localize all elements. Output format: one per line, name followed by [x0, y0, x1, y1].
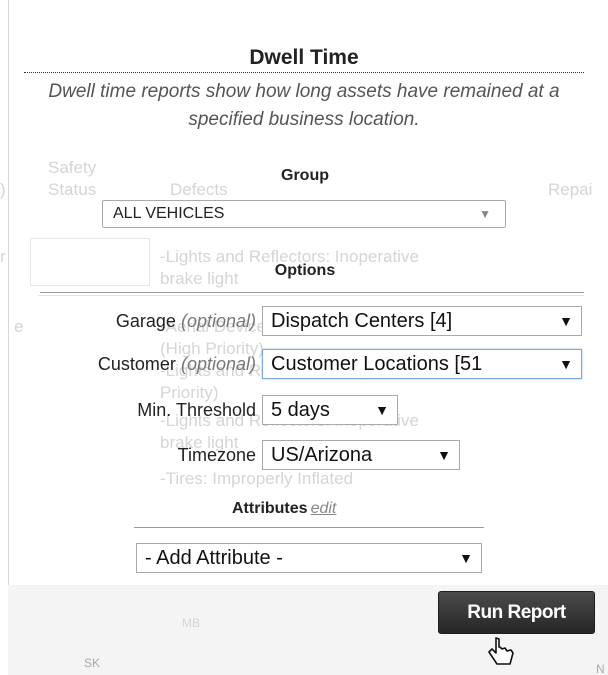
min-threshold-label: Min. Threshold: [137, 400, 256, 420]
customer-label: Customer (optional): [97, 354, 256, 374]
dialog-description: Dwell time reports show how long assets …: [48, 81, 560, 130]
group-select-value: ALL VEHICLES: [113, 205, 225, 222]
options-divider: [40, 292, 584, 293]
bg-map-label: MB: [182, 616, 200, 630]
run-report-button[interactable]: Run Report: [438, 591, 595, 634]
bg-col-repair: Repai: [548, 180, 593, 199]
dialog-title: Dwell Time: [249, 46, 359, 69]
attributes-edit-link[interactable]: edit: [311, 500, 337, 517]
customer-select-value: Customer Locations [51: [271, 353, 483, 375]
bg-defect-line: -Tires: Improperly Inflated: [160, 469, 354, 488]
optional-hint: (optional): [180, 311, 256, 331]
chevron-down-icon: ▼: [457, 544, 473, 572]
bg-defect-line: brake light: [160, 269, 239, 288]
attributes-label: Attributes edit: [232, 500, 337, 517]
bg-status-cell: [30, 238, 150, 286]
bg-row-divider: [38, 295, 584, 296]
mouse-pointer-icon: [488, 637, 514, 665]
bg-left-fragment: ): [0, 180, 6, 199]
bg-col-defects: Defects: [170, 180, 228, 199]
dialog-left-border: [8, 0, 9, 675]
bg-map-label: SK: [84, 656, 101, 670]
garage-select-value: Dispatch Centers [4]: [271, 310, 453, 332]
attributes-divider: [134, 527, 484, 528]
timezone-select[interactable]: US/Arizona ▼: [262, 440, 460, 470]
title-divider: [24, 72, 584, 73]
group-label: Group: [281, 167, 329, 184]
bg-map-label: N: [596, 662, 605, 675]
customer-select[interactable]: Customer Locations [51 ▼: [262, 349, 582, 379]
timezone-select-value: US/Arizona: [271, 444, 373, 466]
chevron-down-icon: ▼: [435, 441, 451, 469]
garage-select[interactable]: Dispatch Centers [4] ▼: [262, 306, 582, 336]
group-select[interactable]: ALL VEHICLES ▼: [102, 200, 506, 228]
options-label: Options: [274, 262, 336, 279]
garage-label: Garage (optional): [115, 311, 256, 331]
bg-col-safety: Safety: [48, 158, 97, 177]
chevron-down-icon: ▼: [373, 396, 389, 424]
bg-left-r: r: [0, 247, 6, 266]
timezone-label: Timezone: [177, 445, 256, 465]
min-threshold-select-value: 5 days: [271, 399, 330, 421]
chevron-down-icon: ▼: [557, 307, 573, 335]
optional-hint: (optional): [180, 354, 256, 374]
bg-col-status: Status: [48, 180, 97, 199]
add-attribute-select-value: - Add Attribute -: [145, 547, 283, 569]
min-threshold-select[interactable]: 5 days ▼: [262, 395, 398, 425]
add-attribute-select[interactable]: - Add Attribute - ▼: [136, 543, 482, 573]
chevron-down-icon: ▼: [557, 350, 573, 378]
chevron-down-icon: ▼: [479, 207, 491, 221]
